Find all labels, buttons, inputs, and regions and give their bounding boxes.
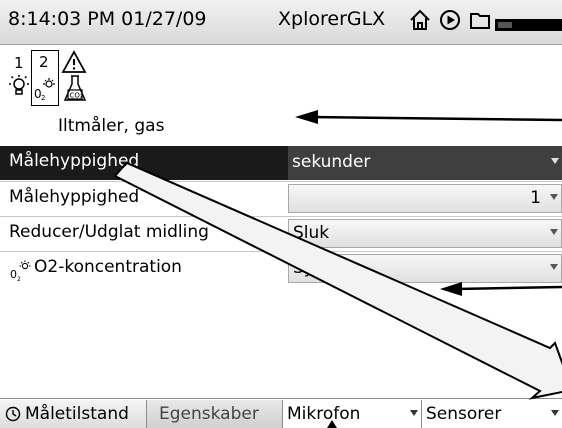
chevron-down-icon xyxy=(551,410,559,416)
setting-label: Målehyppighed xyxy=(9,187,140,207)
clock-icon xyxy=(5,406,21,426)
play-circle-icon[interactable] xyxy=(438,8,462,36)
dropdown-value: Sluk xyxy=(293,223,330,243)
chevron-down-icon xyxy=(410,410,418,416)
dropdown-arrow-icon xyxy=(550,194,558,200)
datetime-display: 8:14:03 PM 01/27/09 xyxy=(8,8,207,30)
setting-label: Målehyppighed xyxy=(9,151,140,171)
home-icon[interactable] xyxy=(408,8,432,36)
battery-icon xyxy=(495,16,562,35)
sample-rate-unit-dropdown[interactable]: sekunder xyxy=(288,146,562,180)
app-title: XplorerGLX xyxy=(278,8,386,30)
svg-text:2: 2 xyxy=(41,94,45,102)
folder-icon[interactable] xyxy=(468,8,492,36)
tab-properties[interactable]: Egenskaber xyxy=(147,400,283,428)
xplorer-glx-screen: 8:14:03 PM 01/27/09 XplorerGLX 1 2 0 2 C… xyxy=(0,0,562,428)
tab-measurement-mode[interactable]: Måletilstand xyxy=(0,400,147,428)
smoothing-dropdown[interactable]: Sluk xyxy=(288,219,562,248)
stepper-value: 1 xyxy=(530,188,541,208)
status-bar: 8:14:03 PM 01/27/09 XplorerGLX xyxy=(0,0,562,45)
dropdown-arrow-icon xyxy=(551,158,559,164)
svg-text:0: 0 xyxy=(10,268,17,281)
light-bulb-icon[interactable] xyxy=(8,74,30,104)
bottom-tab-bar: Måletilstand Egenskaber Mikrofon Sensore… xyxy=(0,398,562,428)
setting-row-smoothing[interactable]: Reducer/Udglat midling Sluk xyxy=(0,216,562,251)
tab-microphone[interactable]: Mikrofon xyxy=(283,400,422,428)
channel-2-number: 2 xyxy=(39,53,49,71)
sensor-name: Iltmåler, gas xyxy=(58,116,165,136)
tab-label: Egenskaber xyxy=(159,404,259,424)
dropdown-arrow-icon xyxy=(550,229,558,235)
setting-row-sample-rate-unit[interactable]: Målehyppighed sekunder xyxy=(0,146,562,180)
setting-row-sample-rate[interactable]: Målehyppighed 1 xyxy=(0,181,562,216)
tab-label: Sensorer xyxy=(426,404,502,424)
tab-sensors[interactable]: Sensorer xyxy=(422,400,562,428)
svg-text:2: 2 xyxy=(17,276,21,282)
dropdown-value: sekunder xyxy=(292,152,371,172)
svg-text:CO₂: CO₂ xyxy=(70,92,83,100)
setting-label: Reducer/Udglat midling xyxy=(9,222,209,242)
channel-1-number: 1 xyxy=(14,54,24,72)
o2-visibility-dropdown[interactable]: Synlig xyxy=(288,254,562,283)
co2-flask-icon: CO₂ xyxy=(62,74,88,108)
sample-rate-stepper[interactable]: 1 xyxy=(288,184,562,213)
setting-label: O2-koncentration xyxy=(34,257,182,277)
o2-sensor-icon: 0 2 xyxy=(10,260,32,286)
tab-label: Mikrofon xyxy=(287,404,361,424)
dropdown-value: Synlig xyxy=(293,258,345,278)
setting-row-o2-concentration[interactable]: 0 2 O2-koncentration Synlig xyxy=(0,251,562,286)
oxygen-sensor-icon: 0 2 xyxy=(33,76,57,106)
dropdown-arrow-icon xyxy=(550,264,558,270)
tab-label: Måletilstand xyxy=(25,404,129,424)
